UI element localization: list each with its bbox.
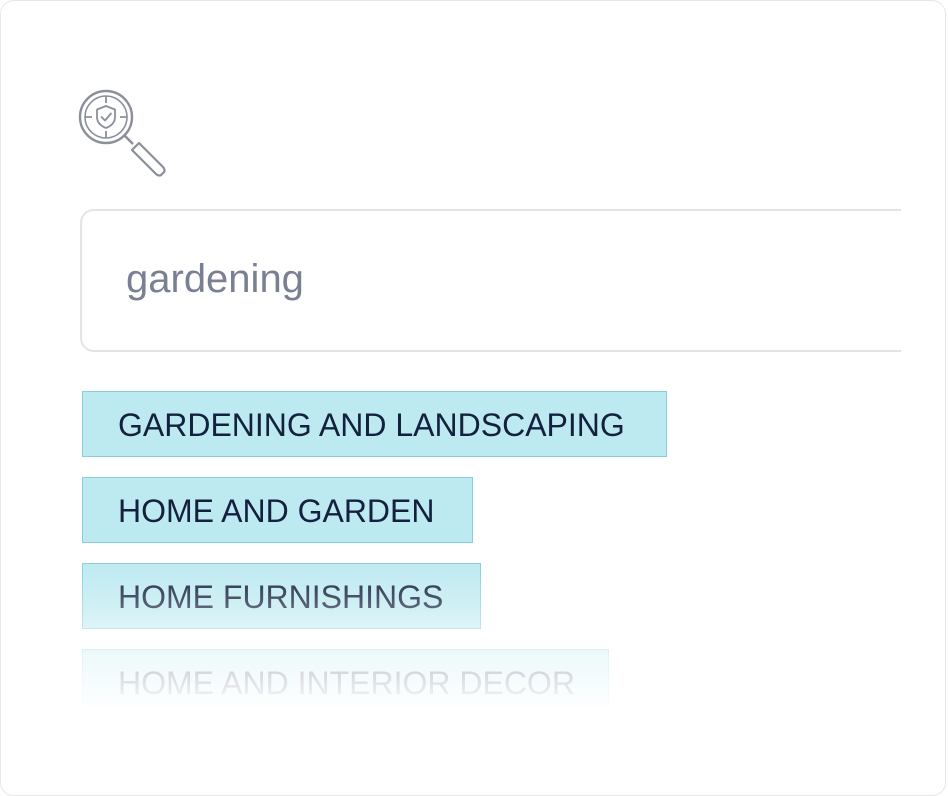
suggestion-label: HOME AND INTERIOR DECOR	[118, 665, 575, 701]
suggestion-label: HOME FURNISHINGS	[118, 579, 444, 615]
search-card: GARDENING AND LANDSCAPING HOME AND GARDE…	[0, 0, 946, 796]
search-input[interactable]	[126, 251, 886, 307]
shield-magnifier-icon	[77, 88, 167, 178]
suggestion-chip-home-and-garden[interactable]: HOME AND GARDEN	[82, 477, 473, 543]
suggestion-chip-home-furnishings[interactable]: HOME FURNISHINGS	[82, 563, 481, 629]
card-edge-mask	[901, 201, 945, 361]
suggestion-chip-gardening-and-landscaping[interactable]: GARDENING AND LANDSCAPING	[82, 391, 667, 457]
search-box[interactable]	[80, 209, 945, 352]
suggestion-label: HOME AND GARDEN	[118, 493, 435, 529]
suggestion-chip-home-and-interior-decor[interactable]: HOME AND INTERIOR DECOR	[82, 649, 609, 715]
suggestion-label: GARDENING AND LANDSCAPING	[118, 407, 625, 443]
